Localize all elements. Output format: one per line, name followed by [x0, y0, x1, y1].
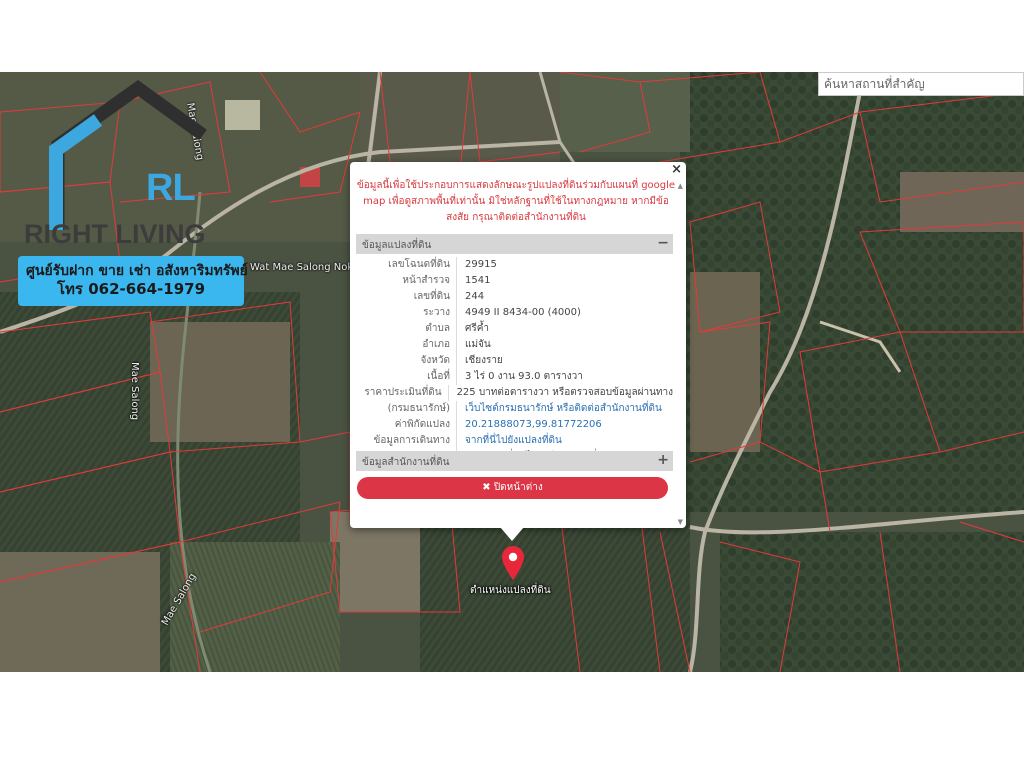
logo-mark: RL — [146, 167, 196, 209]
logo-tagline: ศูนย์รับฝาก ขาย เช่า อสังหาริมทรัพย์ — [26, 263, 248, 279]
section-office-title: ข้อมูลสำนักงานที่ดิน — [362, 457, 450, 468]
detail-key: ค่าพิกัดแปลง — [356, 417, 457, 433]
parcel-info-popup: × ▲ ข้อมูลนี้เพื่อใช้ประกอบการแสดงลักษณะ… — [350, 162, 686, 528]
detail-value: 225 บาทต่อตารางวา หรือตรวจสอบข้อมูลผ่านท… — [456, 387, 673, 398]
map-label-temple: Wat Mae Salong Nok — [250, 262, 354, 273]
detail-row: อำเภอ แม่จัน — [356, 337, 673, 353]
collapse-icon[interactable]: − — [657, 235, 669, 251]
detail-value: 29915 — [465, 259, 497, 270]
close-window-button[interactable]: ✖ ปิดหน้าต่าง — [357, 477, 668, 499]
detail-row: ข้อมูลการเดินทาง จากที่นี่ไปยังแปลงที่ดิน — [356, 433, 673, 449]
logo-phone: โทร 062-664-1979 — [56, 280, 206, 298]
disclaimer-notice: ข้อมูลนี้เพื่อใช้ประกอบการแสดงลักษณะรูปแ… — [356, 180, 676, 223]
detail-row: เนื้อที่ 3 ไร่ 0 งาน 93.0 ตารางวา — [356, 369, 673, 385]
parcel-details-list: เลขโฉนดที่ดิน 29915 หน้าสำรวจ 1541 เลขที่ดิน… — [356, 257, 673, 465]
section-office-header[interactable]: ข้อมูลสำนักงานที่ดิน + — [356, 451, 673, 471]
detail-link[interactable]: 20.21888073,99.81772206 — [457, 417, 602, 433]
detail-link[interactable]: เว็บไซต์กรมธนารักษ์ หรือติดต่อสำนักงานที… — [457, 401, 662, 417]
detail-key: ระวาง — [356, 305, 457, 321]
detail-value: 1541 — [465, 275, 491, 286]
scroll-down-arrow-icon[interactable]: ▼ — [678, 518, 683, 526]
detail-link[interactable]: จากที่นี่ไปยังแปลงที่ดิน — [457, 433, 562, 449]
detail-value: 4949 II 8434-00 (4000) — [465, 307, 581, 318]
detail-row: จังหวัด เชียงราย — [356, 353, 673, 369]
search-input[interactable] — [818, 72, 1024, 96]
house-logo-icon — [49, 80, 207, 230]
detail-key: เลขโฉนดที่ดิน — [356, 257, 457, 273]
logo-name: RIGHT LIVING — [24, 219, 206, 249]
popup-pointer — [500, 527, 524, 541]
detail-row: หน้าสำรวจ 1541 — [356, 273, 673, 289]
detail-value: 244 — [465, 291, 485, 302]
detail-key: ราคาประเมินที่ดิน — [356, 385, 449, 401]
detail-key: ตำบล — [356, 321, 457, 337]
pin-label: ตำแหน่งแปลงที่ดิน — [470, 585, 551, 596]
page: Wat Mae Salong Nok Mae Salong Mae Salong… — [0, 0, 1024, 768]
expand-icon[interactable]: + — [657, 452, 669, 468]
detail-row: ราคาประเมินที่ดิน 225 บาทต่อตารางวา หรือต… — [356, 385, 673, 401]
right-living-logo: RL RIGHT LIVING ศูนย์รับฝาก ขาย เช่า อสั… — [8, 80, 248, 310]
section-parcel-header[interactable]: ข้อมูลแปลงที่ดิน − — [356, 234, 673, 254]
map-pin-icon[interactable] — [502, 546, 524, 580]
detail-value: เชียงราย — [465, 355, 503, 366]
detail-key: หน้าสำรวจ — [356, 273, 457, 289]
detail-key: (กรมธนารักษ์) — [356, 401, 457, 417]
detail-key: เลขที่ดิน — [356, 289, 457, 305]
detail-row: ตำบล ศรีค้ำ — [356, 321, 673, 337]
detail-value: แม่จัน — [465, 339, 491, 350]
detail-value: 3 ไร่ 0 งาน 93.0 ตารางวา — [465, 371, 583, 382]
logo-banner: ศูนย์รับฝาก ขาย เช่า อสังหาริมทรัพย์ โทร… — [18, 256, 248, 306]
detail-key: เนื้อที่ — [356, 369, 457, 385]
detail-row: เลขโฉนดที่ดิน 29915 — [356, 257, 673, 273]
detail-value: ศรีค้ำ — [465, 323, 490, 334]
section-parcel-title: ข้อมูลแปลงที่ดิน — [362, 240, 432, 251]
detail-key: ข้อมูลการเดินทาง — [356, 433, 457, 449]
detail-key: อำเภอ — [356, 337, 457, 353]
map-label-road-mid: Mae Salong — [129, 362, 140, 421]
detail-row: ค่าพิกัดแปลง 20.21888073,99.81772206 — [356, 417, 673, 433]
close-icon[interactable]: × — [671, 163, 682, 177]
detail-row: เลขที่ดิน 244 — [356, 289, 673, 305]
scroll-up-arrow-icon[interactable]: ▲ — [678, 182, 683, 190]
detail-row: ระวาง 4949 II 8434-00 (4000) — [356, 305, 673, 321]
detail-row: (กรมธนารักษ์) เว็บไซต์กรมธนารักษ์ หรือติด… — [356, 401, 673, 417]
detail-key: จังหวัด — [356, 353, 457, 369]
